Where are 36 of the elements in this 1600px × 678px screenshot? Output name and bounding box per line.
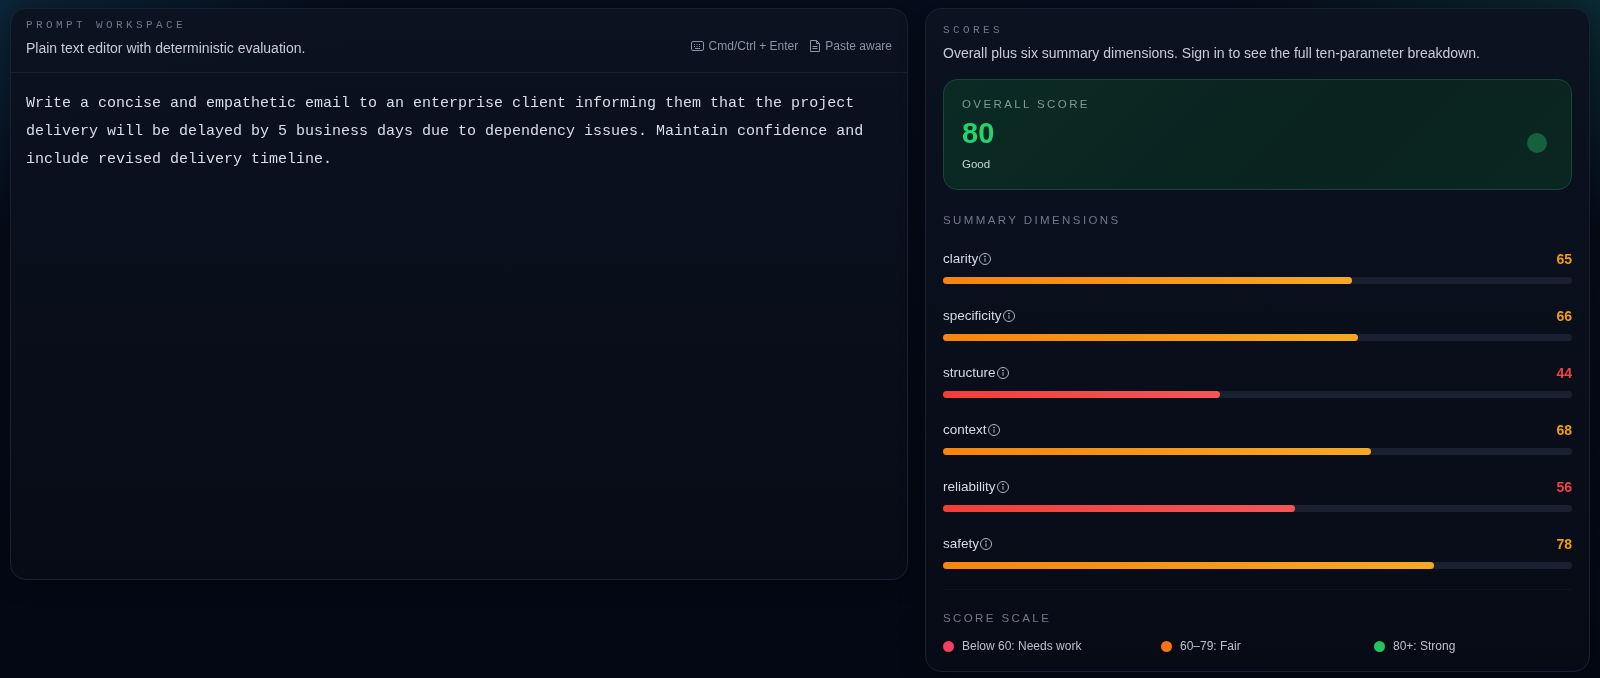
status-dot-icon (1527, 133, 1547, 153)
info-icon[interactable] (979, 253, 992, 265)
shortcut-hint: Paste aware (825, 39, 892, 53)
info-icon[interactable] (1002, 310, 1015, 322)
dimension-name: structure (943, 365, 996, 381)
dimension-score: 56 (1556, 479, 1572, 495)
info-icon[interactable] (996, 481, 1009, 493)
info-icon[interactable] (980, 538, 993, 550)
dimension-name: reliability (943, 479, 996, 495)
panel-subtitle: Plain text editor with deterministic evaluation. (26, 40, 306, 56)
dimension-score: 78 (1556, 536, 1572, 552)
keyboard-icon (690, 41, 704, 51)
overall-rating: Good (962, 157, 991, 171)
dimension-score: 68 (1556, 422, 1572, 438)
prompt-text-field[interactable]: Write a concise and empathetic email to an enterprise client informing them that the project delivery will be delayed by 5 business days due to dependency issues. Maintain confidence and include revised delivery timeline. (11, 73, 907, 579)
info-icon[interactable] (987, 424, 1000, 436)
dimension-name: context (943, 422, 987, 438)
dimension-name: specificity (943, 308, 1002, 324)
overall-score-value: 80 (962, 117, 995, 149)
panel-subtitle: Overall plus six summary dimensions. Sign in to see the full ten-parameter breakdown. (943, 45, 1480, 61)
panel-title: PROMPT WORKSPACE (26, 18, 187, 32)
dimension-name: safety (943, 536, 980, 552)
info-icon[interactable] (996, 367, 1009, 379)
dimension-score: 65 (1556, 251, 1572, 267)
legend-label: 80+: Strong (1393, 638, 1456, 654)
section-heading: SUMMARY DIMENSIONS (943, 213, 1121, 227)
panel-title: SCORES (943, 23, 1003, 37)
overall-score-label: OVERALL SCORE (962, 97, 1090, 111)
document-icon (810, 40, 821, 52)
dimension-name: clarity (943, 251, 979, 267)
section-heading: SCORE SCALE (943, 611, 1052, 625)
legend-label: 60–79: Fair (1180, 638, 1241, 654)
dimension-score: 44 (1556, 365, 1572, 381)
shortcut-hint: Cmd/Ctrl + Enter (708, 39, 799, 53)
dimension-score: 66 (1556, 308, 1572, 324)
legend-label: Below 60: Needs work (962, 638, 1082, 654)
